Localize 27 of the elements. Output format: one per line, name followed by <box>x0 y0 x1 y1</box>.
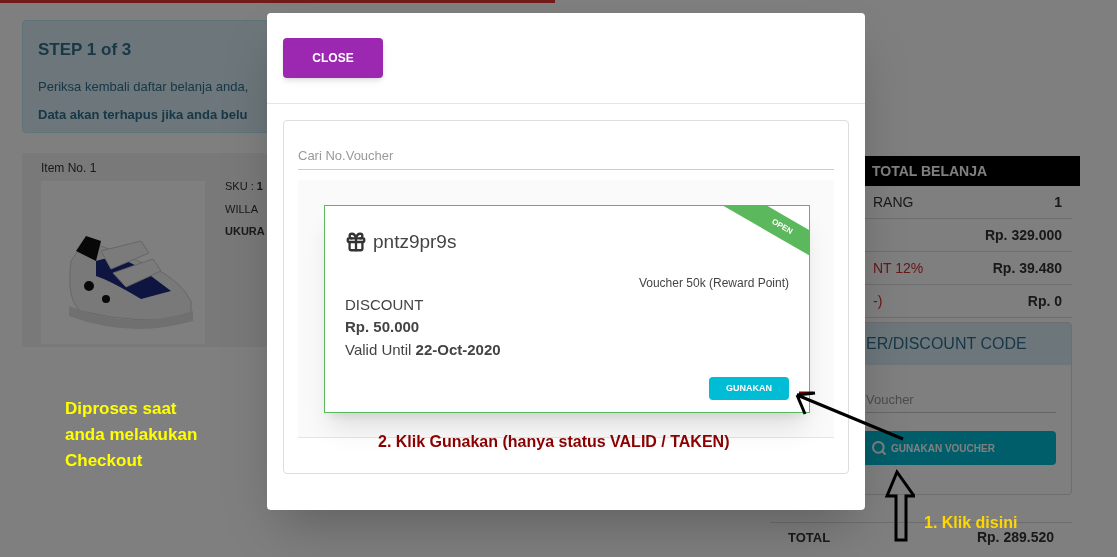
voucher-amount: Rp. 50.000 <box>345 317 421 337</box>
summary-label: RANG <box>873 192 914 212</box>
checkout-note: Diproses saat anda melakukan Checkout <box>65 398 199 472</box>
info-text: Periksa kembali daftar belanja anda, <box>38 77 250 96</box>
close-button[interactable]: CLOSE <box>283 38 383 78</box>
warning-text: Data akan terhapus jika anda belu <box>38 106 249 124</box>
voucher-validity: Valid Until 22-Oct-2020 <box>345 339 502 360</box>
size-label: UKURA <box>225 224 265 239</box>
summary-label: NT 12% <box>873 258 924 278</box>
voucher-code: pntz9pr9s <box>373 230 457 254</box>
item-number: Item No. 1 <box>41 160 98 177</box>
summary-label: -) <box>873 291 883 311</box>
summary-value: 1 <box>1054 192 1062 212</box>
voucher-search-field[interactable]: Cari No.Voucher <box>298 141 834 170</box>
summary-value: Rp. 39.480 <box>992 258 1062 278</box>
voucher-description: Voucher 50k (Reward Point) <box>638 274 789 292</box>
use-button[interactable]: GUNAKAN <box>709 377 789 400</box>
gift-icon <box>345 231 367 254</box>
search-icon <box>871 440 887 456</box>
sku-text: SKU : 1 <box>225 179 264 194</box>
total-label: TOTAL <box>788 528 831 547</box>
summary-value: Rp. 329.000 <box>984 225 1062 245</box>
summary-value: Rp. 0 <box>1027 291 1062 311</box>
step-two-instruction: 2. Klik Gunakan (hanya status VALID / TAKEN) <box>378 432 731 452</box>
product-name: WILLA <box>225 201 259 217</box>
voucher-type: DISCOUNT <box>345 294 425 315</box>
step-title: STEP 1 of 3 <box>38 39 132 61</box>
